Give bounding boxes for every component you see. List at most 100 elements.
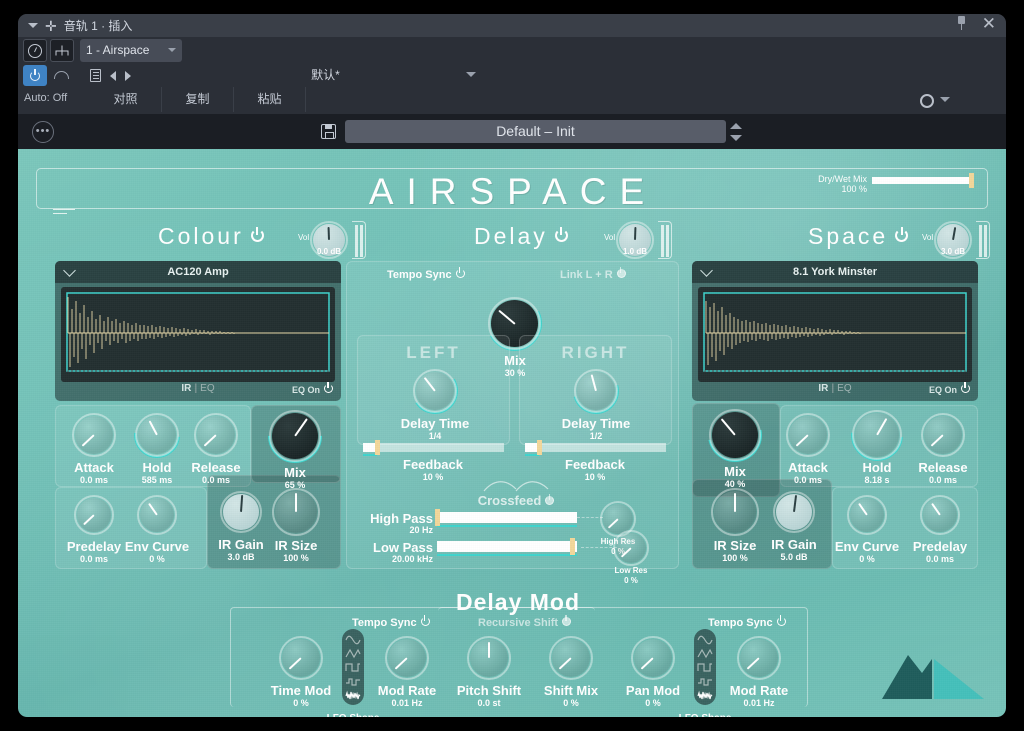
arrow-right-icon[interactable]	[125, 70, 131, 81]
host-preset-name[interactable]: 默认*	[193, 65, 458, 86]
delay-left-feedback-slider[interactable]	[363, 440, 504, 456]
low-pass-slider[interactable]	[437, 541, 577, 552]
gear-icon[interactable]	[918, 92, 934, 108]
delay-vol-value: 1.0 dB	[622, 247, 647, 256]
clock-button[interactable]	[23, 39, 47, 62]
pan-mod-knob[interactable]	[631, 636, 675, 680]
ellipsis-icon[interactable]: •••	[32, 121, 54, 143]
pin-icon[interactable]	[955, 16, 968, 31]
shift-mix-knob[interactable]	[549, 636, 593, 680]
sample-hold-icon[interactable]	[345, 676, 361, 687]
document-icon[interactable]	[90, 69, 101, 82]
chevron-down-icon[interactable]	[466, 72, 476, 77]
delay-mod-right-tempo-sync[interactable]: Tempo Sync	[708, 615, 786, 629]
space-predelay-knob[interactable]	[920, 495, 960, 535]
noise-wave-icon[interactable]	[697, 690, 713, 701]
colour-eq-on-toggle[interactable]: EQ On	[292, 382, 333, 395]
close-icon[interactable]: ✕	[982, 15, 996, 32]
colour-hold-knob[interactable]	[124, 402, 190, 468]
power-icon[interactable]	[895, 227, 909, 242]
compare-button[interactable]: 对照	[90, 87, 162, 112]
space-volume-control[interactable]: Vol 3.0 dB	[922, 221, 992, 261]
dry-wet-control[interactable]: Dry/Wet Mix 100 %	[807, 172, 982, 198]
power-icon[interactable]	[554, 227, 568, 242]
colour-env-curve-knob[interactable]	[137, 495, 177, 535]
mod-rate-left-knob[interactable]	[385, 636, 429, 680]
save-icon[interactable]	[321, 124, 336, 139]
triangle-wave-icon[interactable]	[345, 648, 361, 659]
paste-button[interactable]: 粘贴	[234, 87, 306, 112]
mod-rate-right-knob[interactable]	[737, 636, 781, 680]
plus-icon[interactable]: ✛	[45, 19, 57, 33]
space-ir-gain-knob[interactable]	[773, 491, 815, 533]
space-env-curve-knob[interactable]	[847, 495, 887, 535]
power-icon[interactable]	[250, 227, 264, 242]
triangle-down-icon[interactable]	[28, 23, 38, 28]
spinner-up-icon[interactable]	[730, 123, 742, 129]
space-eq-on-toggle[interactable]: EQ On	[929, 382, 970, 395]
space-ir-waveform[interactable]	[698, 287, 972, 382]
delay-volume-control[interactable]: Vol 1.0 dB	[604, 221, 674, 261]
delay-right-time-knob[interactable]	[564, 359, 628, 423]
high-pass-handle[interactable]	[435, 509, 440, 526]
colour-ir-eq-tabs[interactable]: IR | EQ	[181, 383, 214, 394]
space-release-knob[interactable]	[921, 413, 965, 457]
delay-link-lr-toggle[interactable]: Link L + R	[560, 267, 626, 281]
delay-left-time-knob[interactable]	[407, 363, 463, 419]
clock-icon	[28, 43, 42, 58]
delay-right-feedback-slider[interactable]	[525, 440, 666, 456]
sine-wave-icon[interactable]	[697, 634, 713, 645]
square-wave-icon[interactable]	[697, 662, 713, 673]
chevron-down-icon	[63, 264, 76, 277]
low-res-value: 0 %	[624, 576, 638, 585]
space-hold-knob[interactable]	[840, 398, 914, 472]
pitch-shift-knob[interactable]	[467, 636, 511, 680]
recursive-shift-toggle[interactable]: Recursive Shift	[478, 615, 572, 629]
bypass-button[interactable]	[23, 65, 47, 86]
plugin-preset-name[interactable]: Default – Init	[345, 120, 726, 143]
copy-button[interactable]: 复制	[162, 87, 234, 112]
colour-mix-knob[interactable]	[256, 397, 334, 475]
space-attack-knob[interactable]	[786, 413, 830, 457]
dry-wet-slider[interactable]	[872, 177, 972, 184]
colour-ir-gain-knob[interactable]	[220, 491, 262, 533]
routing-button[interactable]	[50, 39, 74, 62]
high-pass-slider[interactable]	[437, 512, 577, 523]
low-pass-handle[interactable]	[570, 538, 575, 555]
crossfeed-toggle[interactable]: Crossfeed	[456, 493, 576, 508]
time-mod-knob[interactable]	[279, 636, 323, 680]
square-wave-icon[interactable]	[345, 662, 361, 673]
space-ir-eq-tabs[interactable]: IR | EQ	[818, 383, 851, 394]
preset-nav-group	[90, 65, 131, 86]
noise-wave-icon[interactable]	[345, 690, 361, 701]
space-ir-size-knob[interactable]	[711, 488, 759, 536]
lfo-shape-selector-right[interactable]	[694, 629, 716, 705]
lfo-shape-selector-left[interactable]	[342, 629, 364, 705]
delay-tempo-sync-toggle[interactable]: Tempo Sync	[387, 267, 465, 281]
device-slot-dropdown[interactable]: 1 - Airspace	[80, 39, 182, 62]
preset-spinner[interactable]	[730, 121, 744, 143]
colour-ir-selector[interactable]: AC120 Amp	[55, 261, 341, 283]
space-tab-ir[interactable]: IR	[818, 383, 828, 394]
spinner-down-icon[interactable]	[730, 135, 742, 141]
headphones-button[interactable]	[50, 65, 74, 86]
dry-wet-handle[interactable]	[969, 173, 974, 188]
space-mix-knob[interactable]	[697, 397, 773, 473]
space-ir-selector[interactable]: 8.1 York Minster	[692, 261, 978, 283]
sample-hold-icon[interactable]	[697, 676, 713, 687]
colour-tab-ir[interactable]: IR	[181, 383, 191, 394]
colour-predelay-knob[interactable]	[74, 495, 114, 535]
triangle-wave-icon[interactable]	[697, 648, 713, 659]
window-titlebar: ✛ 音轨 1 · 插入 ✕	[18, 14, 1006, 37]
sine-wave-icon[interactable]	[345, 634, 361, 645]
chevron-down-icon[interactable]	[940, 96, 950, 102]
colour-ir-waveform[interactable]	[61, 287, 335, 382]
space-tab-eq[interactable]: EQ	[837, 383, 851, 394]
low-res-knob[interactable]	[613, 530, 649, 566]
colour-tab-eq[interactable]: EQ	[200, 383, 214, 394]
colour-attack-knob[interactable]	[72, 413, 116, 457]
arrow-left-icon[interactable]	[110, 70, 116, 81]
colour-ir-size-knob[interactable]	[272, 488, 320, 536]
delay-mod-left-tempo-sync[interactable]: Tempo Sync	[352, 615, 430, 629]
colour-release-knob[interactable]	[194, 413, 238, 457]
